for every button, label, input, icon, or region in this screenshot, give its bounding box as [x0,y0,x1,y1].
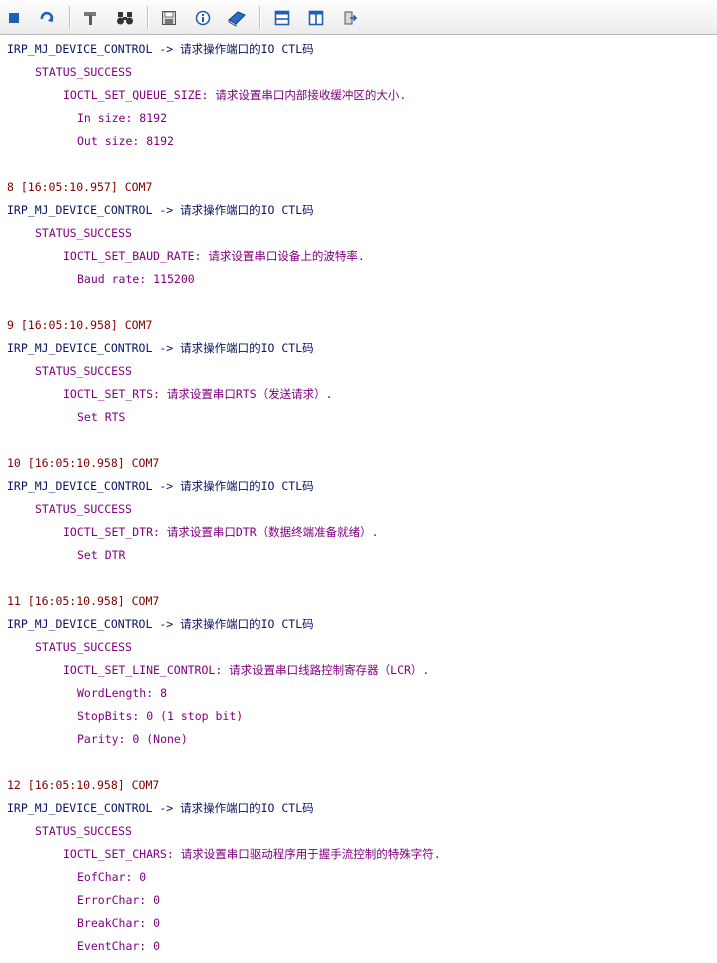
log-timestamp-line: 10 [16:05:10.958] COM7 [7,456,160,470]
log-detail-line: Parity: 0 (None) [77,732,188,746]
log-irp-line: IRP_MJ_DEVICE_CONTROL -> 请求操作端口的IO CTL码 [7,203,314,217]
log-timestamp-line: 12 [16:05:10.958] COM7 [7,778,160,792]
log-detail-line: ErrorChar: 0 [77,893,161,907]
log-status-line: STATUS_SUCCESS [35,502,132,516]
toolbar-separator [259,6,261,29]
info-button[interactable] [192,7,214,29]
log-detail-line: EventChar: 0 [77,939,161,953]
log-detail-line: EofChar: 0 [77,870,147,884]
log-detail-line: Out size: 8192 [77,134,174,148]
log-detail-line: Set RTS [77,410,126,424]
help-button[interactable] [226,7,248,29]
log-ioctl-line: IOCTL_SET_CHARS: 请求设置串口驱动程序用于握手流控制的特殊字符. [63,847,441,861]
log-detail-line: WordLength: 8 [77,686,168,700]
log-ioctl-line: IOCTL_SET_DTR: 请求设置串口DTR（数据终端准备就绪）. [63,525,379,539]
settings-button[interactable] [80,7,102,29]
exit-button[interactable] [339,7,361,29]
log-view[interactable]: IRP_MJ_DEVICE_CONTROL -> 请求操作端口的IO CTL码 … [0,37,717,963]
log-status-line: STATUS_SUCCESS [35,226,132,240]
log-irp-line: IRP_MJ_DEVICE_CONTROL -> 请求操作端口的IO CTL码 [7,801,314,815]
log-detail-line: Baud rate: 115200 [77,272,195,286]
log-timestamp-line: 9 [16:05:10.958] COM7 [7,318,153,332]
layout-vertical-icon [308,10,324,26]
stop-icon [9,13,19,23]
log-detail-line: In size: 8192 [77,111,168,125]
log-ioctl-line: IOCTL_SET_LINE_CONTROL: 请求设置串口线路控制寄存器（LC… [63,663,430,677]
log-detail-line: Set DTR [77,548,126,562]
log-status-line: STATUS_SUCCESS [35,640,132,654]
toolbar-separator [69,6,71,29]
log-detail-line: BreakChar: 0 [77,916,161,930]
layout-horizontal-button[interactable] [271,7,293,29]
refresh-icon [40,11,54,22]
log-irp-line: IRP_MJ_DEVICE_CONTROL -> 请求操作端口的IO CTL码 [7,42,314,56]
log-timestamp-line: 11 [16:05:10.958] COM7 [7,594,160,608]
log-ioctl-line: IOCTL_SET_BAUD_RATE: 请求设置串口设备上的波特率. [63,249,365,263]
log-irp-line: IRP_MJ_DEVICE_CONTROL -> 请求操作端口的IO CTL码 [7,341,314,355]
info-icon [195,10,211,26]
exit-icon [344,11,358,25]
settings-hammer-icon [84,12,96,25]
find-button[interactable] [114,7,136,29]
log-timestamp-line: 8 [16:05:10.957] COM7 [7,180,153,194]
stop-button[interactable] [3,7,25,29]
log-irp-line: IRP_MJ_DEVICE_CONTROL -> 请求操作端口的IO CTL码 [7,617,314,631]
toolbar [0,0,717,35]
log-irp-line: IRP_MJ_DEVICE_CONTROL -> 请求操作端口的IO CTL码 [7,479,314,493]
log-ioctl-line: IOCTL_SET_QUEUE_SIZE: 请求设置串口内部接收缓冲区的大小. [63,88,407,102]
log-ioctl-line: IOCTL_SET_RTS: 请求设置串口RTS（发送请求）. [63,387,333,401]
save-button[interactable] [158,7,180,29]
layout-horizontal-icon [274,10,290,26]
toolbar-separator [147,6,149,29]
layout-vertical-button[interactable] [305,7,327,29]
help-book-icon [228,11,246,27]
log-detail-line: StopBits: 0 (1 stop bit) [77,709,244,723]
log-status-line: STATUS_SUCCESS [35,65,132,79]
find-binoculars-icon [117,12,133,25]
log-status-line: STATUS_SUCCESS [35,364,132,378]
save-icon [162,11,176,25]
refresh-button[interactable] [36,7,58,29]
log-status-line: STATUS_SUCCESS [35,824,132,838]
